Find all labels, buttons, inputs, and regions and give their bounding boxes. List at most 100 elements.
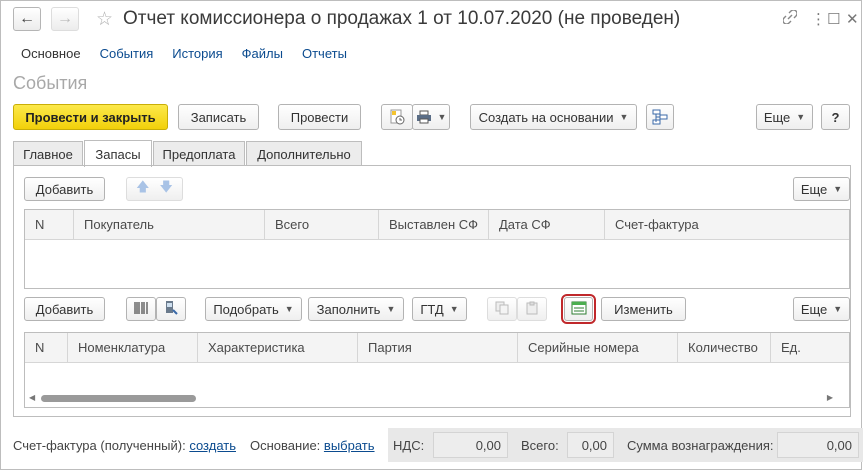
printer-icon [416,110,432,124]
barcode-icon [133,301,149,318]
tab-stocks[interactable]: Запасы [84,140,152,167]
column-header[interactable]: Партия [358,333,518,362]
paste-rows-button[interactable] [517,297,547,321]
pick-button[interactable]: Подобрать ▼ [205,297,302,321]
column-header[interactable]: N [25,210,74,239]
back-button[interactable]: ← [13,7,41,31]
horizontal-scrollbar[interactable]: ◀ ▶ [27,393,833,403]
arrow-up-icon[interactable]: 🡅 [136,178,149,200]
goods-table[interactable]: N Номенклатура Характеристика Партия Сер… [24,332,850,408]
forward-button[interactable]: → [51,7,79,31]
link-icon[interactable] [782,9,798,28]
link-main[interactable]: Основное [21,46,81,61]
column-header[interactable]: Дата СФ [489,210,605,239]
column-header[interactable]: Ед. [771,333,849,362]
total-label: Всего: [521,438,559,453]
fill-label: Заполнить [316,301,381,317]
post-button[interactable]: Провести [278,104,361,130]
chevron-down-icon: ▼ [449,304,459,314]
data-collection-button[interactable] [156,297,186,321]
create-based-on-label: Создать на основании [478,109,614,125]
structure-button[interactable] [646,104,674,130]
chevron-down-icon: ▼ [796,112,806,122]
column-header[interactable]: N [25,333,68,362]
buyers-more-button[interactable]: Еще ▼ [793,177,850,201]
tab-prepayment[interactable]: Предоплата [153,141,245,166]
document-print-preview-button[interactable] [381,104,413,130]
document-window: ← → ☆ Отчет комиссионера о продажах 1 от… [0,0,863,470]
buyers-table-header: N Покупатель Всего Выставлен СФ Дата СФ … [25,210,849,240]
chevron-down-icon: ▼ [284,304,294,314]
column-header[interactable]: Количество [678,333,771,362]
tab-additional[interactable]: Дополнительно [246,141,362,166]
goods-table-header: N Номенклатура Характеристика Партия Сер… [25,333,849,363]
barcode-button[interactable] [126,297,156,321]
basis-row: Основание: выбрать [250,438,375,453]
change-button[interactable]: Изменить [601,297,686,321]
section-title: События [13,73,88,93]
arrow-right-icon: → [57,10,73,27]
help-button[interactable]: ? [821,104,850,130]
favorite-star-icon[interactable]: ☆ [96,8,113,31]
invoice-row: Счет-фактура (полученный): создать [13,438,236,453]
link-files[interactable]: Файлы [242,46,283,61]
copy-icon [495,301,509,318]
column-header[interactable]: Покупатель [74,210,265,239]
structure-icon [652,109,668,125]
close-icon[interactable]: ✕ [846,10,859,28]
window-title: Отчет комиссионера о продажах 1 от 10.07… [123,8,681,29]
maximize-icon[interactable]: ☐ [827,10,840,28]
scanner-icon [163,300,179,319]
buyers-more-label: Еще [800,181,828,197]
link-reports[interactable]: Отчеты [302,46,347,61]
add-goods-button[interactable]: Добавить [24,297,105,321]
fee-label: Сумма вознаграждения: [627,438,774,453]
section-links: Основное События История Файлы Отчеты [21,46,366,61]
goods-more-button[interactable]: Еще ▼ [793,297,850,321]
document-clock-icon [389,109,405,125]
column-header[interactable]: Характеристика [198,333,358,362]
gtd-label: ГТД [420,301,444,317]
move-buttons: 🡅 🡇 [126,177,183,201]
edit-table-button[interactable] [561,294,596,324]
column-header[interactable]: Серийные номера [518,333,678,362]
goods-more-label: Еще [800,301,828,317]
vat-value: 0,00 [433,432,508,458]
select-basis-link[interactable]: выбрать [324,438,375,453]
print-button[interactable]: ▼ [412,104,450,130]
arrow-down-icon[interactable]: 🡇 [160,178,173,200]
link-events[interactable]: События [100,46,154,61]
arrow-left-icon: ← [19,10,35,27]
create-invoice-link[interactable]: создать [189,438,236,453]
scrollbar-thumb[interactable] [41,395,196,402]
more-button[interactable]: Еще ▼ [756,104,813,130]
tab-main[interactable]: Главное [13,141,83,166]
chevron-down-icon: ▼ [619,112,629,122]
add-buyer-button[interactable]: Добавить [24,177,105,201]
create-based-on-button[interactable]: Создать на основании ▼ [470,104,637,130]
fee-value: 0,00 [777,432,859,458]
more-label: Еще [763,109,791,125]
column-header[interactable]: Счет-фактура [605,210,849,239]
basis-label: Основание: [250,438,321,453]
column-header[interactable]: Выставлен СФ [379,210,489,239]
column-header[interactable]: Всего [265,210,379,239]
column-header[interactable]: Номенклатура [68,333,198,362]
scroll-right-icon[interactable]: ▶ [827,393,833,402]
fill-button[interactable]: Заполнить ▼ [308,297,404,321]
total-value: 0,00 [567,432,614,458]
gtd-button[interactable]: ГТД ▼ [412,297,467,321]
pick-label: Подобрать [213,301,279,317]
post-and-close-button[interactable]: Провести и закрыть [13,104,168,130]
chevron-down-icon: ▼ [833,184,843,194]
invoice-label: Счет-фактура (полученный): [13,438,186,453]
table-edit-icon [571,301,587,318]
scroll-left-icon[interactable]: ◀ [29,393,35,402]
buyers-table[interactable]: N Покупатель Всего Выставлен СФ Дата СФ … [24,209,850,289]
link-history[interactable]: История [172,46,222,61]
chevron-down-icon: ▼ [386,304,396,314]
copy-rows-button[interactable] [487,297,517,321]
save-button[interactable]: Записать [178,104,259,130]
chevron-down-icon: ▼ [833,304,843,314]
menu-icon[interactable]: ⋮ [811,10,826,28]
